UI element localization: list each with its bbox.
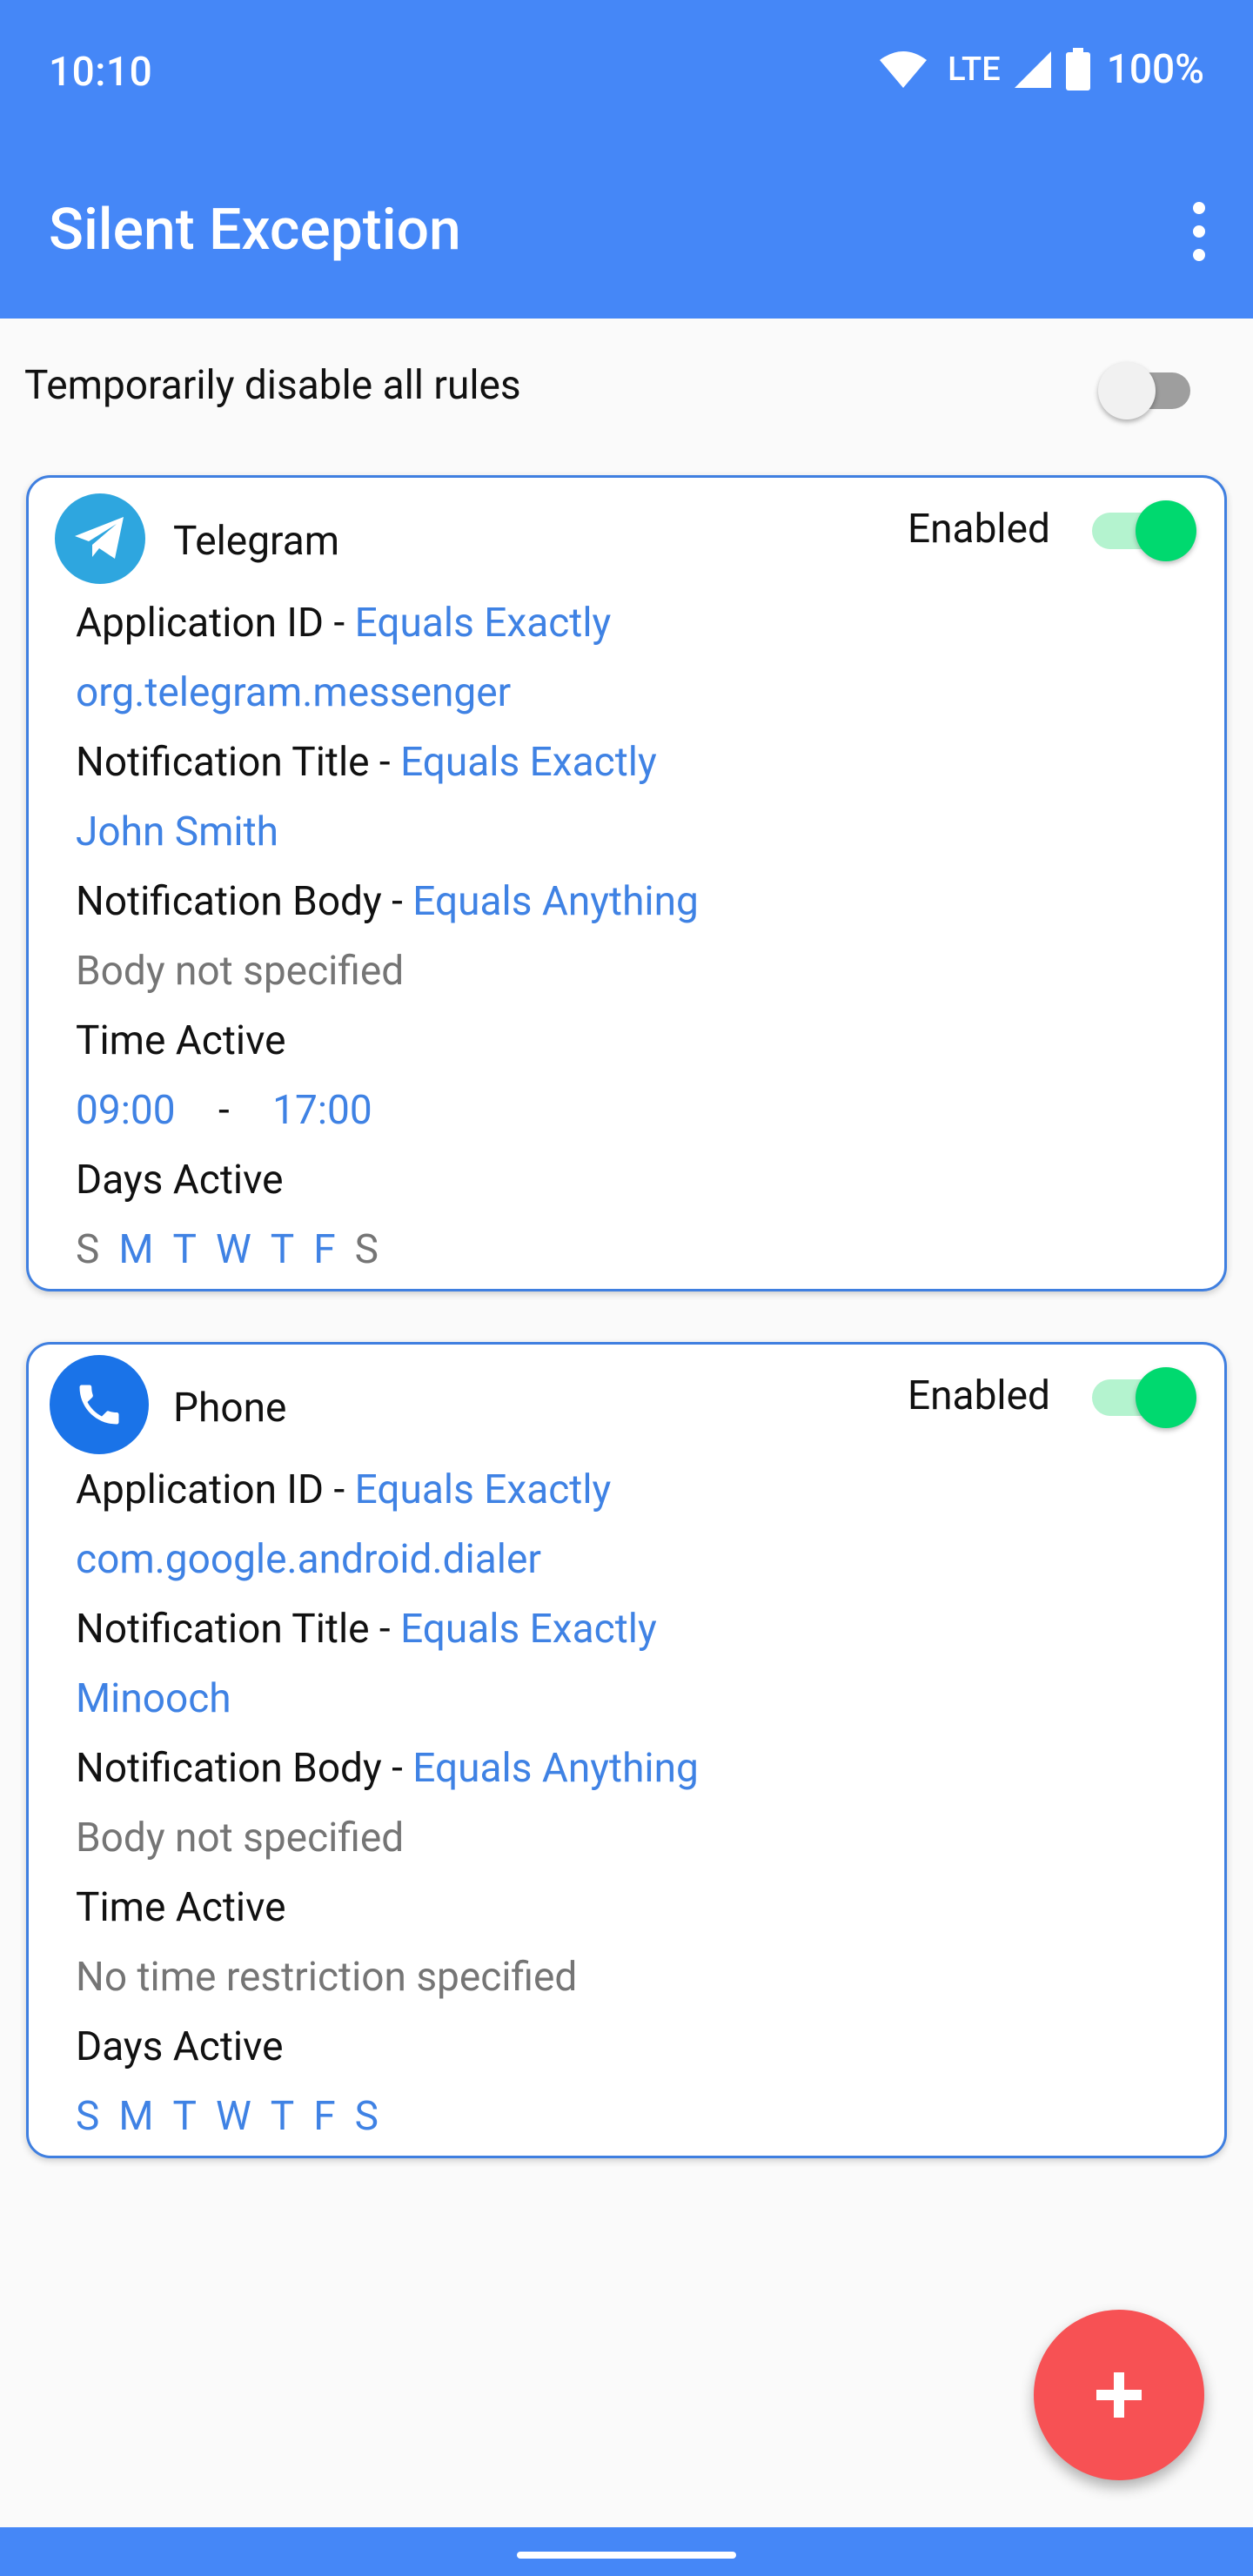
day-sat: S: [354, 2093, 379, 2140]
disable-all-rules-switch[interactable]: [1098, 357, 1194, 419]
days-active-list: SMTWTFS: [76, 1226, 398, 1273]
time-value: No time restriction specified: [76, 1954, 578, 2001]
time-start: 09:00: [76, 1087, 176, 1134]
body-mode: Equals Anything: [412, 1745, 699, 1792]
status-time: 10:10: [49, 49, 153, 96]
day-fri: F: [313, 2093, 336, 2140]
day-tue: T: [172, 1226, 197, 1273]
signal-icon: [1014, 51, 1051, 88]
body-value: Body not specified: [76, 948, 405, 995]
time-separator: -: [218, 1087, 230, 1134]
day-thu: T: [270, 2093, 295, 2140]
overflow-menu-icon[interactable]: [1183, 202, 1215, 261]
title-mode: Equals Exactly: [400, 739, 657, 786]
rule-enabled-label: Enabled: [908, 1372, 1050, 1419]
notification-title-row: Notification Title - Equals Exactly: [76, 739, 657, 786]
navigation-bar: [0, 2527, 1253, 2576]
disable-all-rules-label: Temporarily disable all rules: [24, 362, 521, 409]
time-active-label: Time Active: [76, 1017, 286, 1064]
day-sun: S: [76, 1226, 100, 1273]
app-id-row: Application ID - Equals Exactly: [76, 600, 612, 647]
time-active-label: Time Active: [76, 1884, 286, 1931]
status-icons: LTE 100%: [878, 45, 1204, 94]
day-thu: T: [270, 1226, 295, 1273]
days-active-label: Days Active: [76, 2023, 284, 2070]
add-rule-button[interactable]: [1034, 2310, 1204, 2480]
body-mode: Equals Anything: [412, 878, 699, 925]
phone-icon: [50, 1355, 149, 1454]
rule-enabled-switch[interactable]: [1092, 1364, 1202, 1430]
body-value: Body not specified: [76, 1815, 405, 1862]
day-sun: S: [76, 2093, 100, 2140]
wifi-icon: [880, 51, 928, 88]
app-id-mode: Equals Exactly: [354, 1466, 612, 1513]
days-active-label: Days Active: [76, 1157, 284, 1204]
title-mode: Equals Exactly: [400, 1606, 657, 1653]
rule-card-phone[interactable]: Phone Enabled Application ID - Equals Ex…: [26, 1342, 1227, 2158]
day-sat: S: [354, 1226, 379, 1273]
battery-icon: [1065, 48, 1090, 91]
days-active-list: SMTWTFS: [76, 2093, 398, 2140]
notification-title-row: Notification Title - Equals Exactly: [76, 1606, 657, 1653]
time-end: 17:00: [272, 1087, 372, 1134]
time-range: 09:00 - 17:00: [76, 1087, 372, 1134]
plus-icon: [1096, 2372, 1142, 2418]
home-gesture-handle[interactable]: [517, 2552, 736, 2559]
title-value: John Smith: [76, 808, 278, 855]
rule-enabled-switch[interactable]: [1092, 497, 1202, 563]
day-wed: W: [215, 2093, 251, 2140]
page-title: Silent Exception: [49, 197, 461, 264]
day-wed: W: [215, 1226, 251, 1273]
disable-all-rules-row[interactable]: Temporarily disable all rules: [0, 319, 1253, 458]
notification-body-row: Notification Body - Equals Anything: [76, 878, 699, 925]
title-value: Minooch: [76, 1675, 231, 1722]
day-mon: M: [118, 1226, 154, 1273]
notification-body-row: Notification Body - Equals Anything: [76, 1745, 699, 1792]
day-fri: F: [313, 1226, 336, 1273]
day-tue: T: [172, 2093, 197, 2140]
rule-app-name: Telegram: [173, 518, 340, 565]
app-id-value: com.google.android.dialer: [76, 1536, 541, 1583]
network-type: LTE: [948, 50, 1001, 89]
status-bar: 10:10 LTE 100%: [0, 0, 1253, 148]
rule-enabled-label: Enabled: [908, 506, 1050, 553]
app-id-mode: Equals Exactly: [354, 600, 612, 647]
rule-app-name: Phone: [173, 1385, 287, 1432]
battery-percent: 100%: [1106, 46, 1204, 93]
telegram-icon: [55, 493, 145, 584]
day-mon: M: [118, 2093, 154, 2140]
app-id-row: Application ID - Equals Exactly: [76, 1466, 612, 1513]
rule-card-telegram[interactable]: Telegram Enabled Application ID - Equals…: [26, 475, 1227, 1291]
app-bar: 10:10 LTE 100% Silent Exception: [0, 0, 1253, 319]
app-id-value: org.telegram.messenger: [76, 669, 512, 716]
